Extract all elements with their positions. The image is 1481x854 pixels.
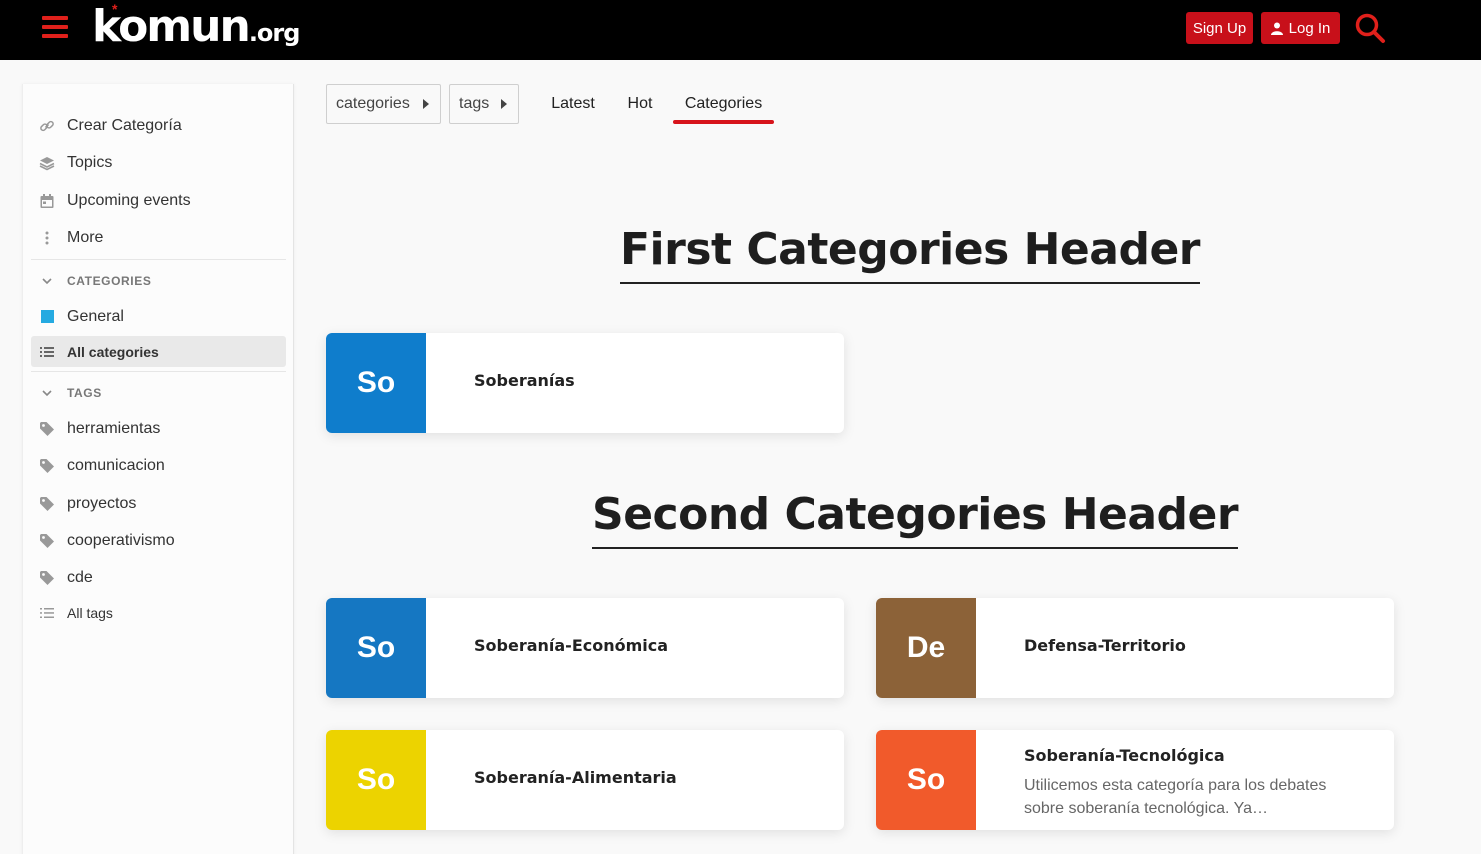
category-title: Soberanía-Económica xyxy=(474,636,669,655)
sidebar-item-more[interactable]: More xyxy=(31,222,286,253)
category-title: Defensa-Territorio xyxy=(1024,636,1186,655)
category-badge: So xyxy=(326,598,426,698)
search-icon[interactable] xyxy=(1354,12,1386,44)
tab-hot[interactable]: Hot xyxy=(617,84,663,124)
chevron-down-icon xyxy=(39,277,55,285)
tag-icon xyxy=(39,421,55,437)
category-badge: So xyxy=(876,730,976,830)
section-header: First Categories Header xyxy=(620,224,1201,284)
tags-section-toggle[interactable]: TAGS xyxy=(31,381,286,405)
sidebar-item-label: More xyxy=(67,228,104,246)
sidebar-item-label: cde xyxy=(67,568,93,586)
layers-icon xyxy=(39,155,55,171)
site-header: * komun.org Sign Up Log In xyxy=(0,0,1481,60)
sidebar-item-upcoming-events[interactable]: Upcoming events xyxy=(31,185,286,216)
site-logo[interactable]: * komun.org xyxy=(92,1,300,54)
category-title: Soberanía-Alimentaria xyxy=(474,768,677,787)
sidebar-item-label: herramientas xyxy=(67,419,161,437)
sidebar-item-label: Upcoming events xyxy=(67,191,191,209)
categories-breadcrumb-dropdown[interactable]: categories xyxy=(326,84,441,124)
tag-icon xyxy=(39,458,55,474)
caret-right-icon xyxy=(423,99,429,109)
category-card-soberania-economica[interactable]: So Soberanía-Económica xyxy=(326,598,844,698)
logo-star-icon: * xyxy=(112,1,118,17)
tag-icon xyxy=(39,533,55,549)
category-badge: So xyxy=(326,730,426,830)
sidebar-divider xyxy=(31,259,286,260)
sidebar-item-label: cooperativismo xyxy=(67,531,175,549)
sidebar-item-tag-comunicacion[interactable]: comunicacion xyxy=(31,450,286,481)
section-header: Second Categories Header xyxy=(592,489,1239,549)
sidebar-item-all-tags[interactable]: All tags xyxy=(31,597,286,628)
category-color-square-icon xyxy=(39,309,55,325)
sidebar-item-tag-cooperativismo[interactable]: cooperativismo xyxy=(31,525,286,556)
category-title: Soberanía-Tecnológica xyxy=(1024,746,1225,765)
sidebar-divider xyxy=(31,371,286,372)
list-icon xyxy=(39,605,55,621)
list-icon xyxy=(39,344,55,360)
vertical-dots-icon xyxy=(39,230,55,246)
tab-categories[interactable]: Categories xyxy=(673,84,774,124)
breadcrumb-label: categories xyxy=(336,95,410,112)
sidebar-item-label: General xyxy=(67,307,124,325)
sidebar-item-all-categories[interactable]: All categories xyxy=(31,336,286,367)
sign-up-button[interactable]: Sign Up xyxy=(1186,12,1253,44)
sidebar-item-tag-cde[interactable]: cde xyxy=(31,562,286,593)
sidebar-item-label: Topics xyxy=(67,153,113,171)
sidebar-item-tag-herramientas[interactable]: herramientas xyxy=(31,413,286,444)
sidebar-item-label: All categories xyxy=(67,343,159,360)
chevron-down-icon xyxy=(39,389,55,397)
link-icon xyxy=(39,118,55,134)
category-description: Utilicemos esta categoría para los debat… xyxy=(1024,777,1327,817)
category-badge: De xyxy=(876,598,976,698)
tab-latest[interactable]: Latest xyxy=(539,84,607,124)
tags-breadcrumb-dropdown[interactable]: tags xyxy=(449,84,519,124)
category-badge: So xyxy=(326,333,426,433)
log-in-label: Log In xyxy=(1288,19,1331,37)
tag-icon xyxy=(39,496,55,512)
category-card-soberania-tecnologica[interactable]: So Soberanía-Tecnológica Utilicemos esta… xyxy=(876,730,1394,830)
sidebar-item-general[interactable]: General xyxy=(31,301,286,332)
sidebar-item-label: Crear Categoría xyxy=(67,116,182,134)
category-card-soberania-alimentaria[interactable]: So Soberanía-Alimentaria xyxy=(326,730,844,830)
log-in-button[interactable]: Log In xyxy=(1261,12,1340,44)
categories-heading: CATEGORIES xyxy=(67,274,152,288)
user-icon xyxy=(1270,22,1283,35)
sidebar: Crear Categoría Topics Upcoming events M… xyxy=(22,84,294,854)
category-card-defensa-territorio[interactable]: De Defensa-Territorio xyxy=(876,598,1394,698)
sidebar-item-tag-proyectos[interactable]: proyectos xyxy=(31,488,286,519)
caret-right-icon xyxy=(501,99,507,109)
sidebar-item-crear-categoria[interactable]: Crear Categoría xyxy=(31,110,286,141)
tags-heading: TAGS xyxy=(67,386,102,400)
breadcrumb-label: tags xyxy=(459,95,490,112)
sidebar-item-label: comunicacion xyxy=(67,456,165,474)
tag-icon xyxy=(39,570,55,586)
category-title: Soberanías xyxy=(474,371,575,390)
sidebar-item-label: proyectos xyxy=(67,494,137,512)
category-card-soberanias[interactable]: So Soberanías xyxy=(326,333,844,433)
hamburger-menu-icon[interactable] xyxy=(42,16,68,40)
sidebar-item-label: All tags xyxy=(67,604,113,621)
categories-section-toggle[interactable]: CATEGORIES xyxy=(31,269,286,293)
calendar-icon xyxy=(39,193,55,209)
sidebar-item-topics[interactable]: Topics xyxy=(31,147,286,178)
